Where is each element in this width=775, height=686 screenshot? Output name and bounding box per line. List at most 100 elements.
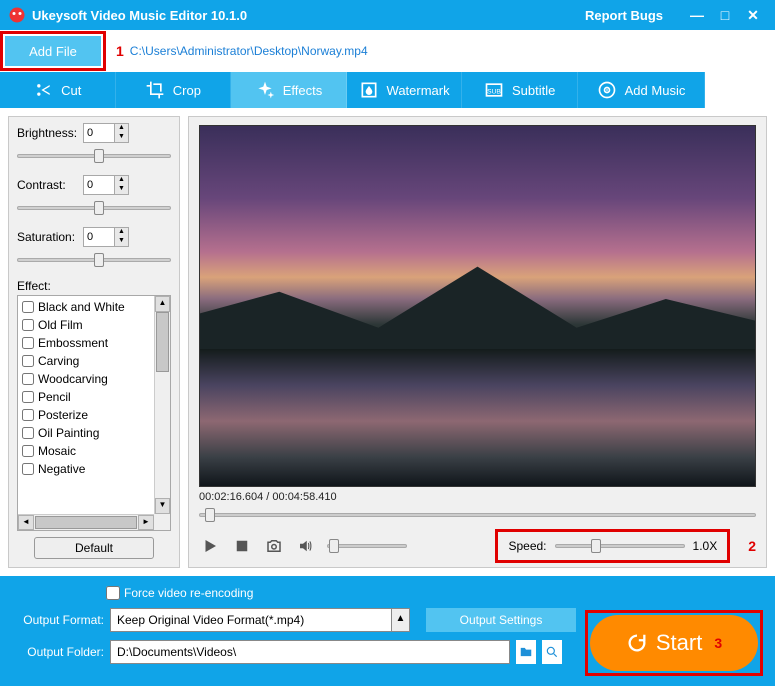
playback-controls: Speed: 1.0X 2	[199, 531, 756, 561]
contrast-value[interactable]	[84, 179, 114, 191]
effect-item[interactable]: Black and White	[22, 298, 154, 316]
scroll-thumb[interactable]	[156, 312, 169, 372]
effect-checkbox[interactable]	[22, 409, 34, 421]
refresh-icon	[626, 632, 648, 654]
app-logo-icon	[8, 6, 26, 24]
report-bugs-link[interactable]: Report Bugs	[585, 8, 663, 23]
effect-checkbox[interactable]	[22, 427, 34, 439]
effect-item[interactable]: Old Film	[22, 316, 154, 334]
titlebar: Ukeysoft Video Music Editor 10.1.0 Repor…	[0, 0, 775, 30]
annotation-box-2: Speed: 1.0X	[495, 529, 730, 563]
effect-checkbox[interactable]	[22, 355, 34, 367]
effect-name: Oil Painting	[38, 426, 99, 440]
saturation-input[interactable]: ▲▼	[83, 227, 129, 247]
chevron-up-icon[interactable]: ▲	[391, 609, 409, 631]
contrast-slider[interactable]	[17, 199, 171, 217]
speed-slider[interactable]	[555, 538, 685, 554]
search-icon[interactable]	[542, 640, 562, 664]
spin-down-icon[interactable]: ▼	[114, 185, 128, 194]
tab-crop[interactable]: Crop	[116, 72, 232, 108]
speed-value: 1.0X	[693, 539, 718, 553]
play-button[interactable]	[199, 535, 221, 557]
scissors-icon	[33, 80, 53, 100]
stop-button[interactable]	[231, 535, 253, 557]
contrast-label: Contrast:	[17, 178, 83, 192]
spin-up-icon[interactable]: ▲	[114, 228, 128, 237]
output-folder-input[interactable]	[110, 640, 510, 664]
effect-item[interactable]: Pencil	[22, 388, 154, 406]
scroll-corner	[154, 514, 170, 530]
output-format-select[interactable]: Keep Original Video Format(*.mp4) ▲	[110, 608, 410, 632]
scroll-right-icon[interactable]: ►	[138, 515, 154, 530]
saturation-value[interactable]	[84, 231, 114, 243]
spin-down-icon[interactable]: ▼	[114, 237, 128, 246]
annotation-3: 3	[714, 635, 722, 651]
effect-checkbox[interactable]	[22, 301, 34, 313]
close-button[interactable]: ✕	[739, 7, 767, 24]
default-button[interactable]: Default	[34, 537, 154, 559]
main-area: Brightness: ▲▼ Contrast: ▲▼ Saturation: …	[0, 108, 775, 576]
video-preview[interactable]	[199, 125, 756, 487]
output-settings-button[interactable]: Output Settings	[426, 608, 576, 632]
spin-up-icon[interactable]: ▲	[114, 176, 128, 185]
tab-label: Cut	[61, 83, 81, 98]
effect-checkbox[interactable]	[22, 337, 34, 349]
scroll-left-icon[interactable]: ◄	[18, 515, 34, 530]
droplet-icon	[359, 80, 379, 100]
scroll-down-icon[interactable]: ▼	[155, 498, 170, 514]
minimize-button[interactable]: —	[683, 7, 711, 23]
effect-item[interactable]: Mosaic	[22, 442, 154, 460]
tab-label: Subtitle	[512, 83, 555, 98]
maximize-button[interactable]: □	[711, 7, 739, 23]
force-reencode-checkbox[interactable]	[106, 586, 120, 600]
annotation-2: 2	[748, 538, 756, 554]
tab-cut[interactable]: Cut	[0, 72, 116, 108]
effect-item[interactable]: Embossment	[22, 334, 154, 352]
effect-item[interactable]: Oil Painting	[22, 424, 154, 442]
spin-up-icon[interactable]: ▲	[114, 124, 128, 133]
effect-list[interactable]: Black and White Old FilmEmbossmentCarving…	[18, 296, 154, 514]
folder-icon[interactable]	[516, 640, 536, 664]
start-button[interactable]: Start 3	[590, 615, 758, 671]
brightness-label: Brightness:	[17, 126, 83, 140]
brightness-input[interactable]: ▲▼	[83, 123, 129, 143]
speed-label: Speed:	[508, 539, 546, 553]
scroll-up-icon[interactable]: ▲	[155, 296, 170, 312]
effect-name: Woodcarving	[38, 372, 108, 386]
crop-icon	[145, 80, 165, 100]
saturation-slider[interactable]	[17, 251, 171, 269]
add-file-button[interactable]: Add File	[5, 36, 101, 66]
scroll-thumb[interactable]	[35, 516, 137, 529]
effect-item[interactable]: Carving	[22, 352, 154, 370]
snapshot-button[interactable]	[263, 535, 285, 557]
brightness-slider[interactable]	[17, 147, 171, 165]
contrast-input[interactable]: ▲▼	[83, 175, 129, 195]
vertical-scrollbar[interactable]: ▲ ▼	[154, 296, 170, 514]
annotation-box-3: Start 3	[585, 610, 763, 676]
effect-checkbox[interactable]	[22, 391, 34, 403]
horizontal-scrollbar[interactable]: ◄ ►	[18, 514, 154, 530]
saturation-label: Saturation:	[17, 230, 83, 244]
output-folder-label: Output Folder:	[12, 645, 104, 659]
tab-effects[interactable]: Effects	[231, 72, 347, 108]
brightness-value[interactable]	[84, 127, 114, 139]
effect-item[interactable]: Posterize	[22, 406, 154, 424]
disc-icon	[597, 80, 617, 100]
seek-slider[interactable]	[199, 507, 756, 523]
effect-name: Black and White	[38, 300, 125, 314]
tab-label: Crop	[173, 83, 201, 98]
effect-checkbox[interactable]	[22, 445, 34, 457]
effect-item[interactable]: Woodcarving	[22, 370, 154, 388]
effect-checkbox[interactable]	[22, 463, 34, 475]
volume-button[interactable]	[295, 535, 317, 557]
volume-slider[interactable]	[327, 538, 407, 554]
annotation-box-1: Add File	[0, 31, 106, 71]
effect-item[interactable]: Negative	[22, 460, 154, 478]
start-label: Start	[656, 630, 702, 656]
tab-watermark[interactable]: Watermark	[347, 72, 463, 108]
tab-add-music[interactable]: Add Music	[578, 72, 705, 108]
spin-down-icon[interactable]: ▼	[114, 133, 128, 142]
effect-checkbox[interactable]	[22, 373, 34, 385]
tab-subtitle[interactable]: SUB Subtitle	[462, 72, 578, 108]
effect-checkbox[interactable]	[22, 319, 34, 331]
